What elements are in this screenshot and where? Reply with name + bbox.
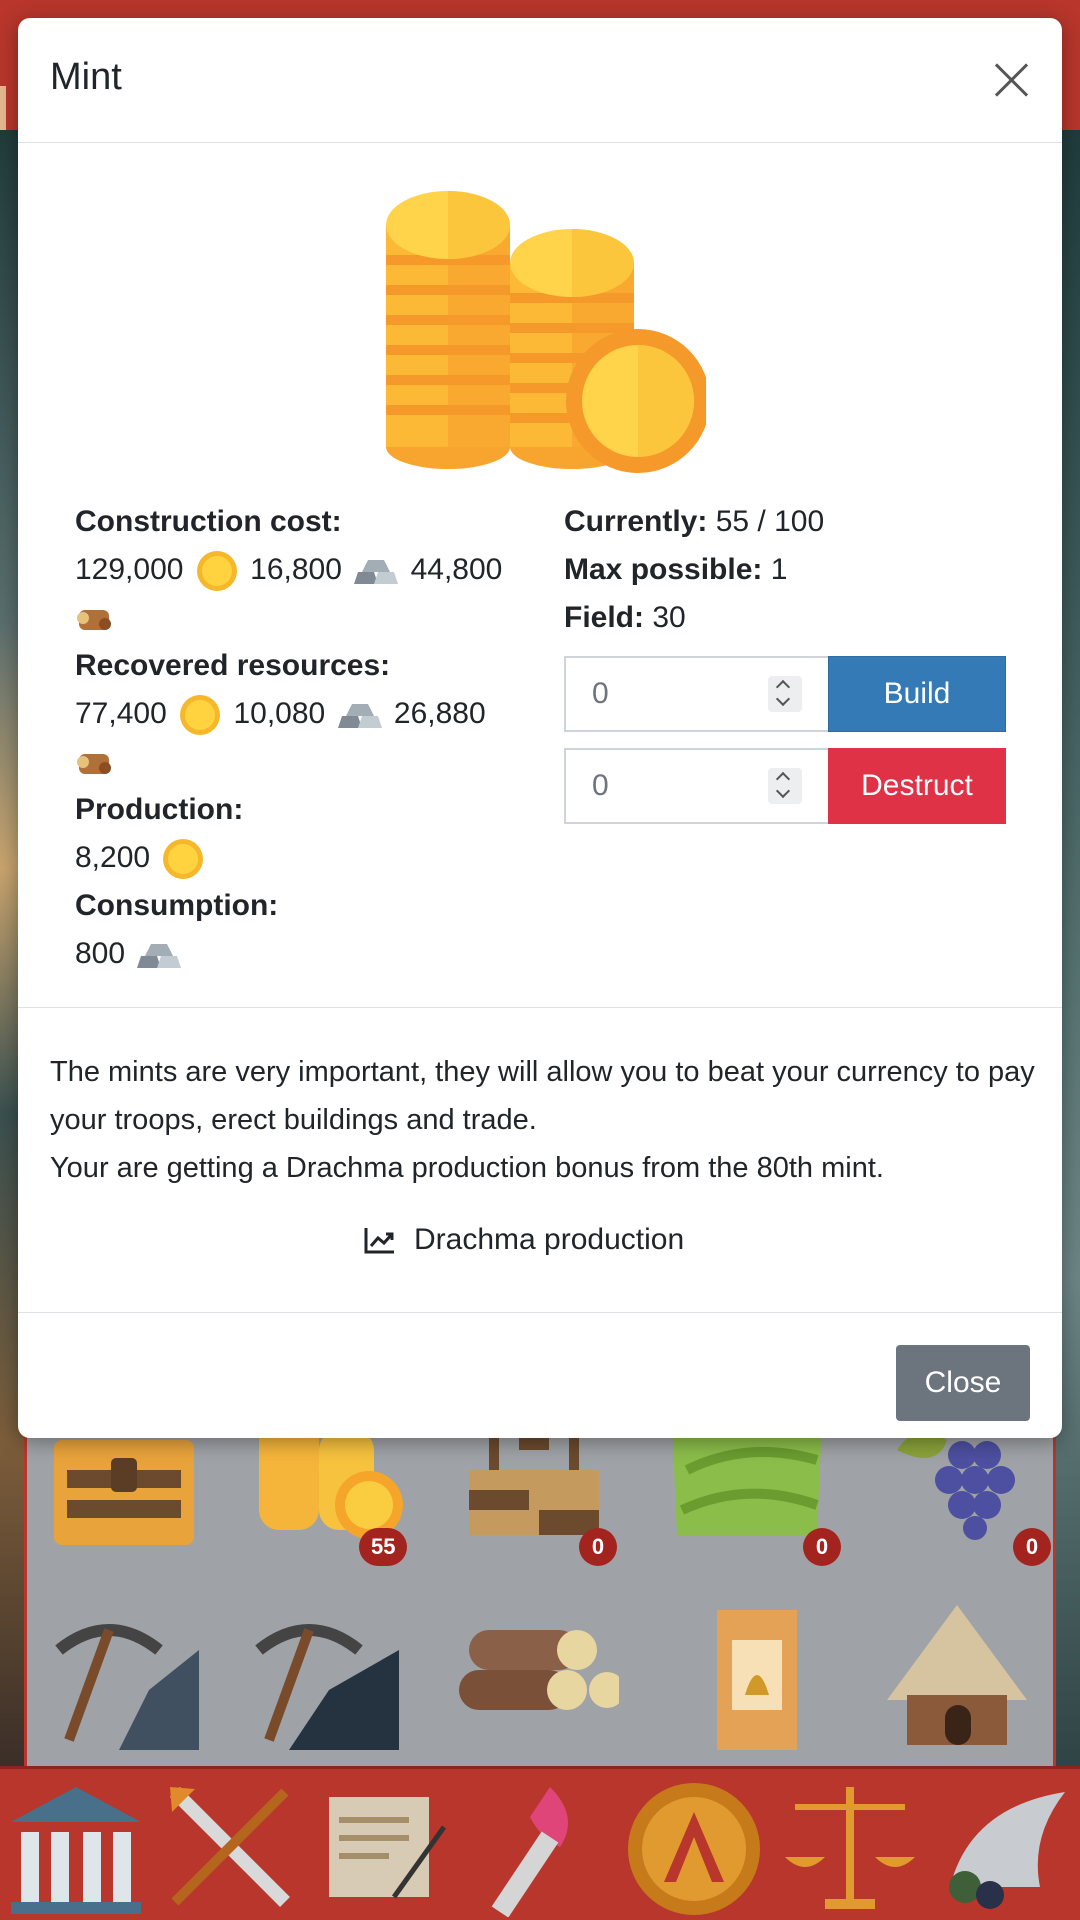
consumption-iron: 800 (75, 937, 126, 970)
close-icon[interactable] (990, 58, 1034, 102)
close-button[interactable]: Close (896, 1345, 1030, 1421)
building-costs: Construction cost: 129,000 16,800 44,800… (75, 498, 515, 978)
drachma-coin-icon (163, 839, 204, 880)
recovered-iron: 10,080 (233, 697, 326, 730)
destruct-control: 0 Destruct (564, 748, 1006, 824)
destruct-button[interactable]: Destruct (828, 748, 1006, 824)
field-label: Field: (564, 601, 644, 634)
mint-coins-icon (386, 191, 706, 473)
wood-log-icon (77, 754, 111, 775)
cost-iron: 16,800 (250, 553, 342, 586)
build-button[interactable]: Build (828, 656, 1006, 732)
recovered-resources-label: Recovered resources: (75, 649, 391, 682)
description-line-1: The mints are very important, they will … (50, 1056, 1035, 1136)
cost-wood: 44,800 (410, 553, 503, 586)
iron-ingot-icon (354, 560, 399, 585)
field-row: Field: 30 (564, 594, 1014, 642)
production-values: 8,200 (75, 834, 515, 882)
description-line-2: Your are getting a Drachma production bo… (50, 1152, 884, 1184)
consumption-label: Consumption: (75, 889, 279, 922)
iron-ingot-icon (137, 944, 182, 969)
drachma-coin-icon (180, 695, 221, 736)
construction-cost-label: Construction cost: (75, 505, 342, 538)
cost-drachma: 129,000 (75, 553, 184, 586)
currently-value: 55 / 100 (715, 505, 825, 538)
building-status: Currently: 55 / 100 Max possible: 1 Fiel… (564, 498, 1014, 642)
construction-cost-values: 129,000 16,800 44,800 (75, 546, 515, 594)
currently-label: Currently: (564, 505, 708, 538)
modal-title: Mint (50, 56, 122, 98)
max-possible-value: 1 (770, 553, 788, 586)
consumption-values: 800 (75, 930, 515, 978)
construction-cost-wood-row (75, 594, 515, 642)
drachma-production-link[interactable]: Drachma production (364, 1223, 684, 1257)
wood-log-icon (77, 610, 111, 631)
recovered-wood: 26,880 (393, 697, 486, 730)
build-quantity-stepper[interactable] (768, 676, 802, 712)
line-chart-icon (364, 1228, 394, 1254)
drachma-production-label: Drachma production (414, 1223, 685, 1256)
build-control: 0 Build (564, 656, 1006, 732)
mint-modal: Mint Construction cost: 129,000 16,800 4… (18, 18, 1062, 1438)
modal-body: Construction cost: 129,000 16,800 44,800… (18, 143, 1062, 1008)
recovered-drachma: 77,400 (75, 697, 167, 730)
max-possible-label: Max possible: (564, 553, 763, 586)
modal-footer: Close (18, 1313, 1062, 1438)
modal-header: Mint (18, 18, 1062, 143)
production-label: Production: (75, 793, 244, 826)
description-text: The mints are very important, they will … (50, 1048, 1040, 1192)
recovered-values: 77,400 10,080 26,880 (75, 690, 515, 738)
recovered-wood-row (75, 738, 515, 786)
production-drachma: 8,200 (75, 841, 151, 874)
currently-row: Currently: 55 / 100 (564, 498, 1014, 546)
destruct-quantity-stepper[interactable] (768, 768, 802, 804)
max-possible-row: Max possible: 1 (564, 546, 1014, 594)
iron-ingot-icon (337, 704, 382, 729)
modal-description: The mints are very important, they will … (18, 1008, 1062, 1313)
drachma-coin-icon (196, 551, 237, 592)
field-value: 30 (652, 601, 686, 634)
